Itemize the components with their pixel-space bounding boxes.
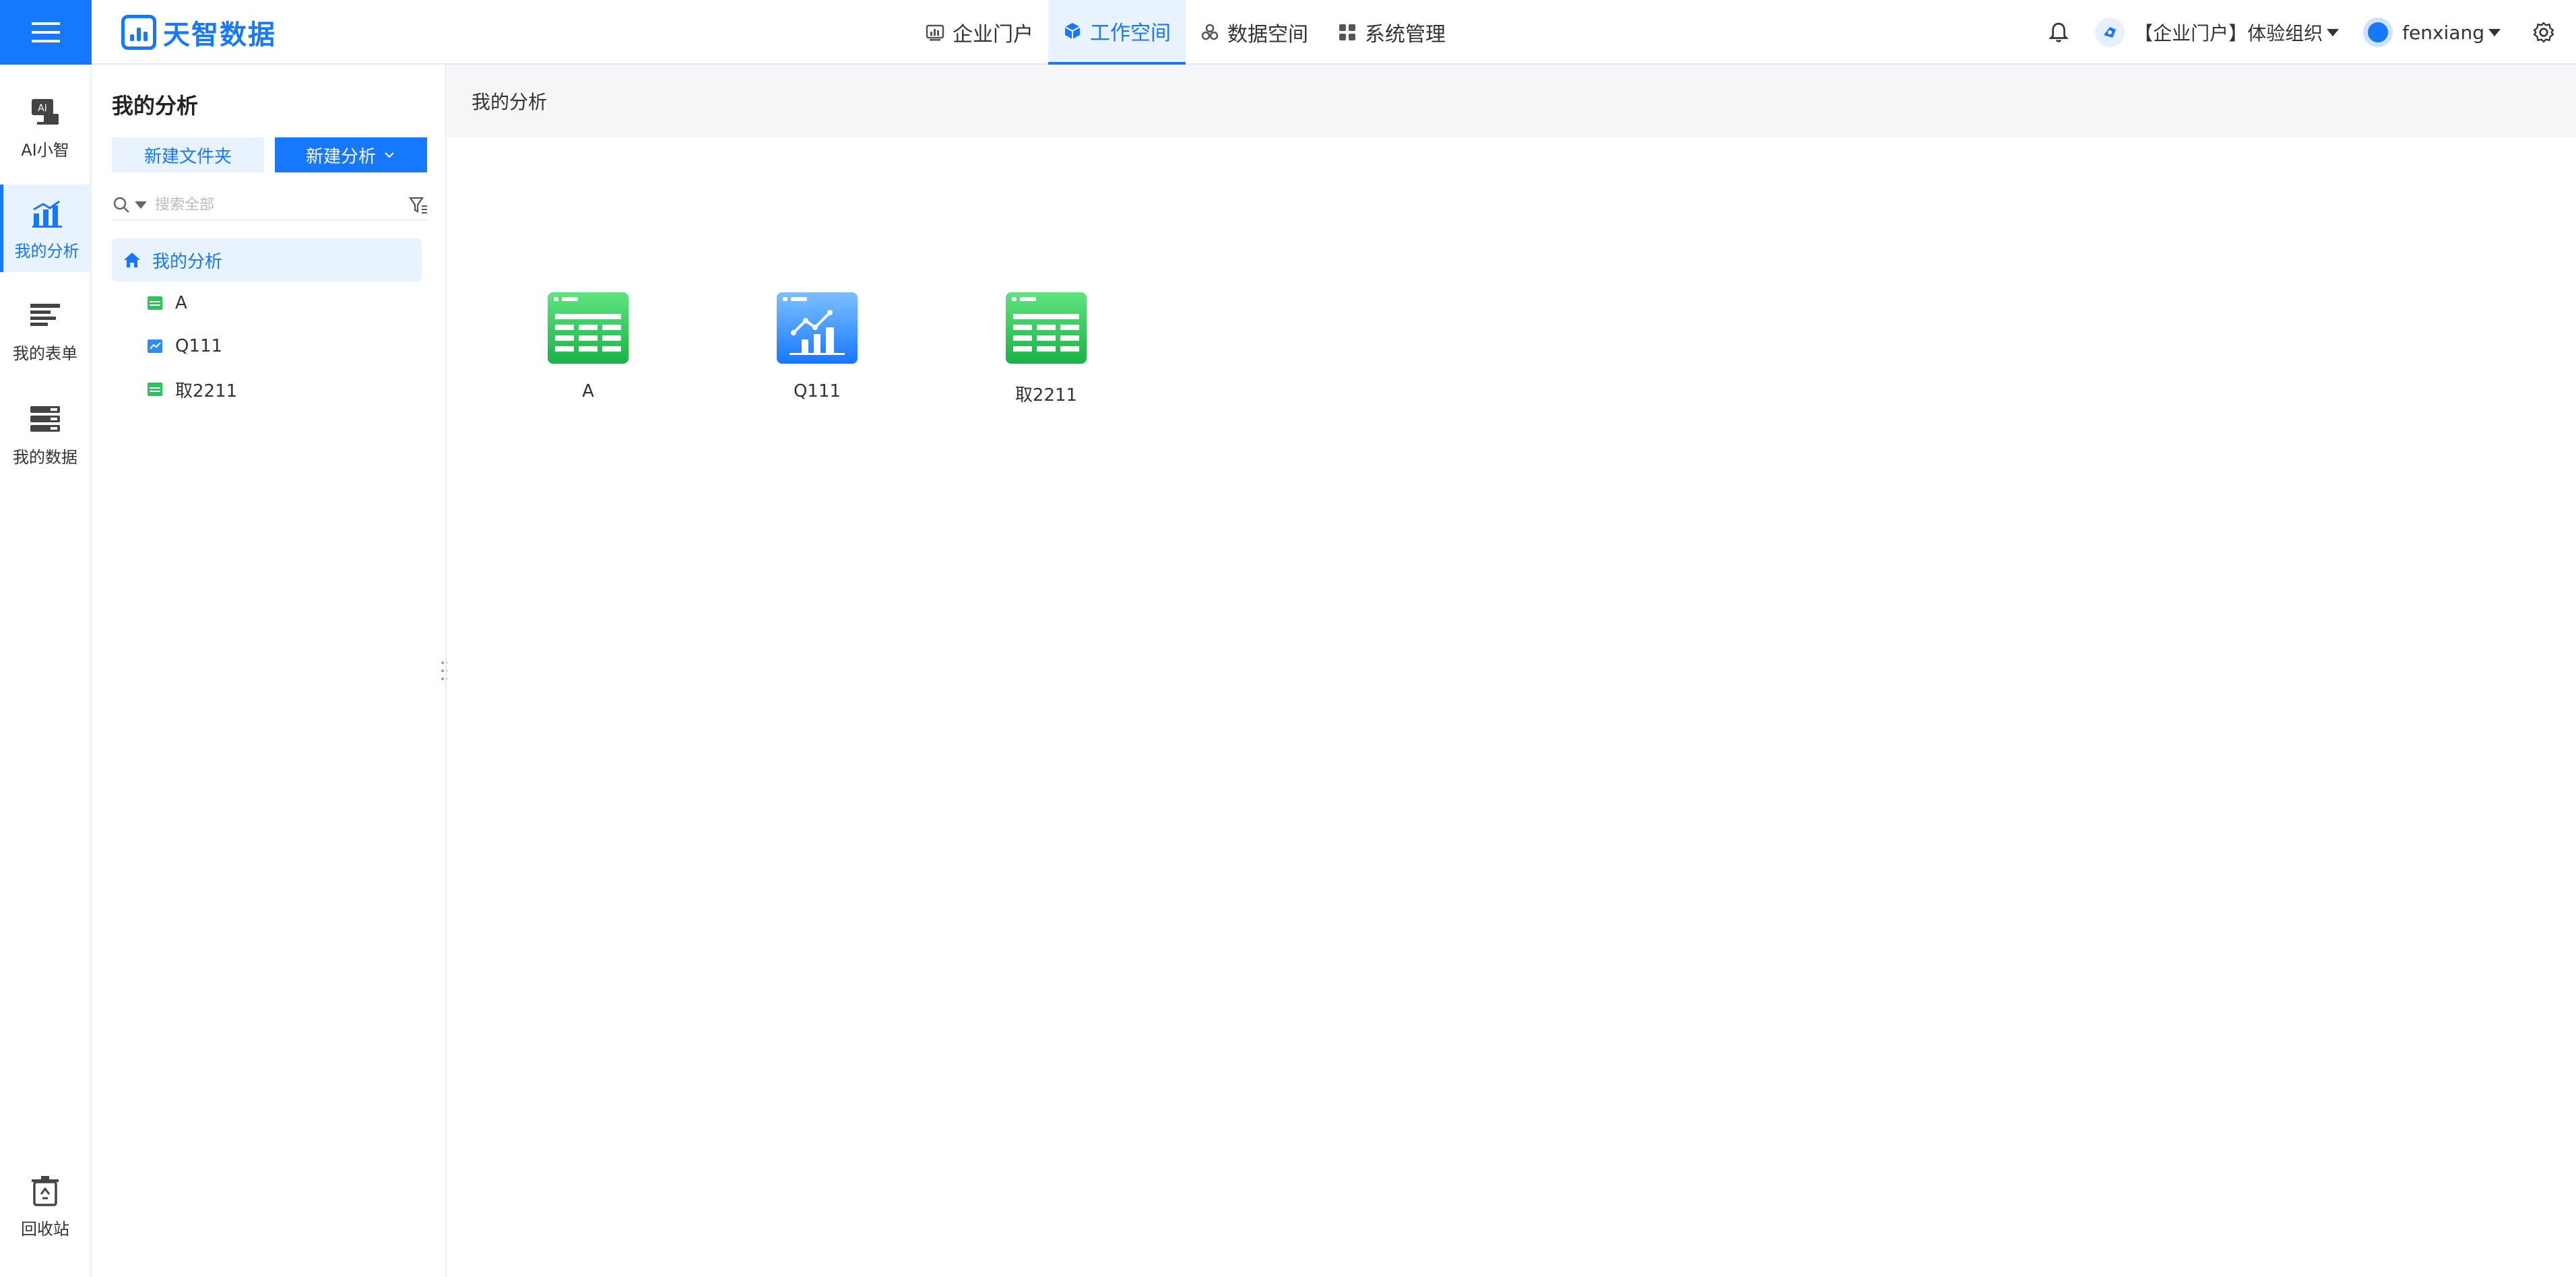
filter-icon[interactable] [408,195,428,216]
search-bar [112,190,428,221]
app-logo[interactable]: 天智数据 [121,13,276,51]
analysis-card[interactable]: 取2211 [979,291,1114,426]
logo-mark-icon [121,15,156,50]
card-label: A [582,381,594,401]
nav-tab-label: 数据空间 [1227,23,1308,46]
user-menu[interactable]: fenxiang [2402,22,2501,44]
top-right-toolbar: 【企业门户】体验组织 fenxiang [2045,0,2576,65]
caret-down-icon [2488,28,2501,36]
svg-text:AI: AI [38,103,47,114]
search-icon[interactable] [112,195,131,214]
org-switch-icon[interactable] [2095,18,2125,47]
table-report-icon [548,292,629,364]
tree-item-label: Q111 [175,336,223,356]
folder-tree: 我的分析 A Q111 取2211 [112,238,422,411]
bell-icon [2049,22,2069,42]
dashboard-file-icon [148,339,162,353]
hamburger-icon [32,22,60,42]
table-file-icon [148,383,162,396]
rail-item-my-data[interactable]: 我的数据 [0,391,90,478]
rail-item-label: 我的分析 [14,241,79,261]
nav-tab-workspace[interactable]: 工作空间 [1048,0,1186,65]
nav-tab-label: 系统管理 [1365,23,1446,46]
main-content: 我的分析 A Q111 取2211 [447,65,2576,1277]
recycle-bin-icon [32,1175,59,1206]
tree-root-label: 我的分析 [152,251,223,272]
rail-item-my-forms[interactable]: 我的表单 [0,287,90,374]
home-icon [124,253,140,267]
side-rail: AI AI小智 我的分析 我的表单 我的数据 回收站 [0,65,92,1277]
new-analysis-button[interactable]: 新建分析 [275,137,427,172]
rail-item-label: 我的数据 [13,447,77,467]
form-icon [30,303,60,326]
card-label: Q111 [793,381,841,401]
search-input[interactable] [155,196,397,214]
menu-button[interactable] [0,0,92,65]
new-folder-button[interactable]: 新建文件夹 [112,137,264,172]
nav-tab-system-management[interactable]: 系统管理 [1323,0,1460,65]
notification-button[interactable] [2045,19,2072,46]
table-file-icon [148,296,162,310]
new-analysis-label: 新建分析 [305,146,376,167]
nav-tab-label: 工作空间 [1090,22,1171,45]
chart-board-icon [926,24,944,41]
table-report-icon [1006,292,1087,364]
analysis-card[interactable]: Q111 [750,291,884,426]
dashboard-report-icon [777,292,858,364]
tree-item-label: 取2211 [175,381,238,401]
analysis-card[interactable]: A [521,291,655,426]
search-scope-caret-icon[interactable] [135,201,147,209]
ai-assistant-icon: AI [32,98,59,125]
rail-item-recycle-bin[interactable]: 回收站 [0,1163,90,1250]
avatar[interactable] [2363,18,2393,47]
analysis-chart-icon [32,200,62,228]
caret-down-icon [2327,28,2340,36]
main-nav: 企业门户 工作空间 数据空间 系统管理 [911,0,1460,65]
nav-tab-data-space[interactable]: 数据空间 [1186,0,1323,65]
data-cluster-icon [1201,24,1219,40]
rail-item-ai-assistant[interactable]: AI AI小智 [0,84,90,171]
cube-icon [1064,23,1081,39]
rail-item-label: AI小智 [21,140,69,160]
org-selector[interactable]: 【企业门户】体验组织 [2134,19,2340,46]
nav-tab-enterprise-portal[interactable]: 企业门户 [911,0,1048,65]
card-label: 取2211 [1015,385,1078,405]
rail-item-my-analysis[interactable]: 我的分析 [0,185,90,272]
tree-root-my-analysis[interactable]: 我的分析 [112,238,422,282]
logo-text: 天智数据 [163,20,276,51]
database-icon [30,405,60,432]
nav-tab-label: 企业门户 [953,23,1033,46]
tree-item[interactable]: 取2211 [112,368,422,411]
breadcrumb: 我的分析 [447,65,2576,137]
folder-panel: 我的分析 新建文件夹 新建分析 我的分析 [92,65,447,1277]
org-name: 【企业门户】体验组织 [2134,22,2323,44]
user-name: fenxiang [2402,21,2484,44]
top-bar: 天智数据 企业门户 工作空间 数据空间 系统管理 【企业门户】体验组织 fenx… [0,0,2576,65]
rail-item-label: 回收站 [21,1219,69,1239]
gear-icon [2533,22,2554,43]
breadcrumb-label: 我的分析 [472,91,548,113]
tree-item-label: A [175,293,187,313]
org-icon [2104,27,2117,38]
panel-title: 我的分析 [112,93,199,119]
chevron-down-icon [385,152,394,158]
new-folder-label: 新建文件夹 [143,146,232,167]
rail-item-label: 我的表单 [13,343,77,363]
settings-button[interactable] [2530,19,2557,46]
grid-icon [1339,24,1355,40]
tree-item[interactable]: A [112,282,422,325]
tree-item[interactable]: Q111 [112,325,422,368]
